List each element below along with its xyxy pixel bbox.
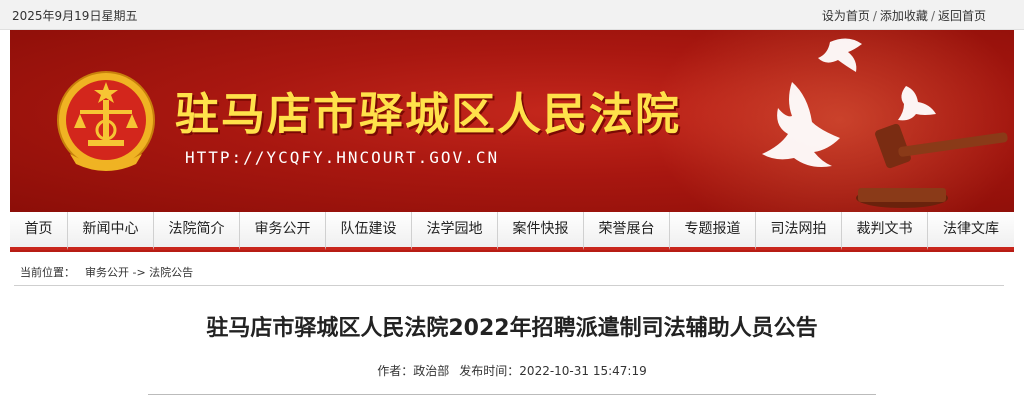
article-title: 驻马店市驿城区人民法院2022年招聘派遣制司法辅助人员公告: [206, 316, 818, 341]
link-separator: /: [872, 9, 877, 23]
main-navigation: 首页 新闻中心 法院简介 审务公开 队伍建设 法学园地 案件快报 荣誉展台 专题…: [10, 212, 1014, 252]
add-favorite-link[interactable]: 添加收藏: [880, 9, 928, 23]
nav-item-team-building[interactable]: 队伍建设: [326, 212, 412, 250]
content-divider: [148, 394, 876, 395]
author-value: 政治部: [413, 364, 450, 378]
nav-item-law-garden[interactable]: 法学园地: [412, 212, 498, 250]
nav-item-home[interactable]: 首页: [10, 212, 68, 250]
breadcrumb-label: 当前位置：: [20, 266, 75, 279]
breadcrumb-divider: [14, 285, 1004, 286]
article-meta: 作者：政治部 发布时间：2022-10-31 15:47:19: [0, 362, 1024, 379]
top-bar: 2025年9月19日星期五 设为首页 / 添加收藏 / 返回首页: [0, 0, 1024, 30]
nav-item-honors[interactable]: 荣誉展台: [584, 212, 670, 250]
link-separator: /: [930, 9, 935, 23]
nav-item-judicial-auction[interactable]: 司法网拍: [756, 212, 842, 250]
court-emblem-icon: [57, 71, 155, 171]
dove-icon: [818, 38, 862, 72]
court-name-title: 驻马店市驿城区人民法院: [175, 89, 681, 140]
nav-item-news[interactable]: 新闻中心: [68, 212, 154, 250]
breadcrumb: 当前位置： 审务公开 -> 法院公告: [20, 264, 193, 280]
court-website-url: HTTP://YCQFY.HNCOURT.GOV.CN: [185, 148, 500, 167]
top-links: 设为首页 / 添加收藏 / 返回首页: [822, 7, 986, 24]
nav-item-case-news[interactable]: 案件快报: [498, 212, 584, 250]
breadcrumb-path[interactable]: 审务公开 -> 法院公告: [85, 266, 193, 279]
set-homepage-link[interactable]: 设为首页: [822, 9, 870, 23]
nav-item-court-intro[interactable]: 法院简介: [154, 212, 240, 250]
publish-date-value: 2022-10-31 15:47:19: [519, 364, 647, 378]
current-date: 2025年9月19日星期五: [12, 9, 138, 23]
gavel-icon: [856, 123, 1008, 208]
return-home-link[interactable]: 返回首页: [938, 9, 986, 23]
banner-decoration: [762, 38, 1008, 208]
publish-date-label: 发布时间：: [459, 364, 520, 378]
nav-item-special-reports[interactable]: 专题报道: [670, 212, 756, 250]
nav-item-judgments[interactable]: 裁判文书: [842, 212, 928, 250]
nav-item-court-affairs[interactable]: 审务公开: [240, 212, 326, 250]
nav-item-law-library[interactable]: 法律文库: [928, 212, 1014, 250]
dove-icon: [898, 86, 936, 121]
site-banner: 驻马店市驿城区人民法院 HTTP://YCQFY.HNCOURT.GOV.CN: [10, 30, 1014, 212]
dove-icon: [762, 82, 840, 167]
author-label: 作者：: [377, 364, 414, 378]
